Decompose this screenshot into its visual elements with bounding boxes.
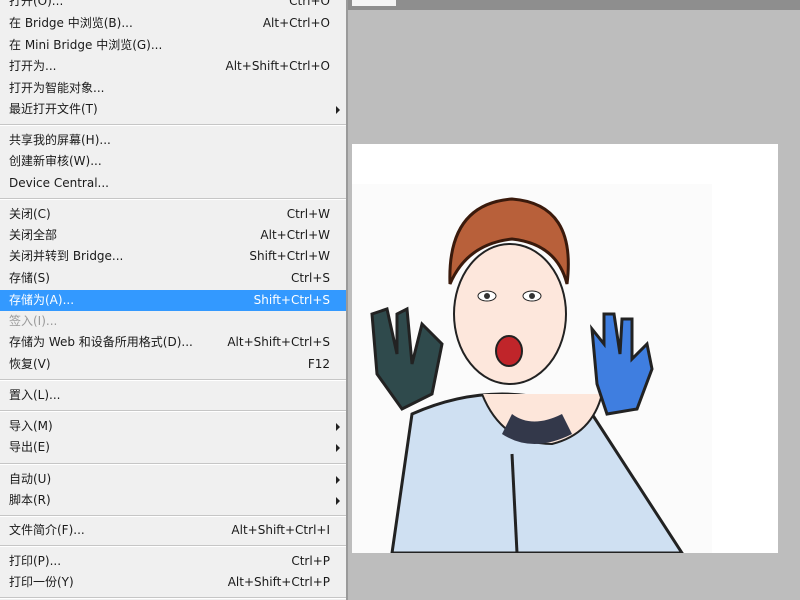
submenu-arrow-icon — [336, 497, 340, 505]
menu-item-shortcut: Alt+Shift+Ctrl+I — [231, 523, 330, 537]
menu-item-label: 共享我的屏幕(H)... — [9, 133, 111, 147]
menu-item[interactable]: 文件简介(F)... Alt+Shift+Ctrl+I — [0, 520, 346, 541]
menu-item[interactable]: 共享我的屏幕(H)... — [0, 130, 346, 151]
menu-item[interactable]: 打印一份(Y) Alt+Shift+Ctrl+P — [0, 572, 346, 593]
menu-item-label: 置入(L)... — [9, 388, 61, 402]
menu-item-shortcut: F12 — [307, 357, 330, 371]
menu-item-shortcut: Alt+Ctrl+W — [260, 228, 330, 242]
menu-item-shortcut: Ctrl+P — [291, 554, 330, 568]
menu-separator — [0, 198, 346, 200]
menu-item[interactable]: 打印(P)... Ctrl+P — [0, 551, 346, 572]
menu-item[interactable]: 打开(O)... Ctrl+O — [0, 0, 346, 12]
menu-item-label: 文件简介(F)... — [9, 523, 85, 537]
menu-item[interactable]: 在 Mini Bridge 中浏览(G)... — [0, 35, 346, 56]
menu-item[interactable]: 置入(L)... — [0, 385, 346, 406]
menu-item-shortcut: Alt+Shift+Ctrl+P — [227, 575, 330, 589]
submenu-arrow-icon — [336, 106, 340, 114]
submenu-arrow-icon — [336, 423, 340, 431]
menu-item-label: 存储为 Web 和设备所用格式(D)... — [9, 335, 193, 349]
menu-item-shortcut: Ctrl+S — [290, 271, 330, 285]
menu-item-label: 导出(E) — [9, 440, 50, 454]
menu-item-label: 最近打开文件(T) — [9, 102, 98, 116]
menu-item[interactable]: 存储为 Web 和设备所用格式(D)... Alt+Shift+Ctrl+S — [0, 332, 346, 353]
menu-separator — [0, 597, 346, 599]
menu-item-label: 打印(P)... — [9, 554, 62, 568]
menu-item-label: 打印一份(Y) — [9, 575, 74, 589]
menu-item-label: 关闭(C) — [9, 207, 51, 221]
document-canvas[interactable] — [352, 144, 778, 553]
file-menu: 打开(O)... Ctrl+O 在 Bridge 中浏览(B)... Alt+Ctrl… — [0, 0, 348, 600]
menu-item[interactable]: 打开为... Alt+Shift+Ctrl+O — [0, 56, 346, 77]
submenu-arrow-icon — [336, 476, 340, 484]
menu-item[interactable]: 脚本(R) — [0, 490, 346, 511]
menu-item[interactable]: 创建新审核(W)... — [0, 151, 346, 172]
menu-item-shortcut: Ctrl+W — [286, 207, 330, 221]
menu-item-label: 打开为... — [9, 59, 57, 73]
menu-item-shortcut: Alt+Ctrl+O — [262, 16, 330, 30]
menu-item-label: 恢复(V) — [9, 357, 51, 371]
menu-separator — [0, 463, 346, 465]
menu-item-label: 关闭并转到 Bridge... — [9, 249, 124, 263]
menu-item[interactable]: 导出(E) — [0, 437, 346, 458]
menu-item[interactable]: 关闭全部 Alt+Ctrl+W — [0, 225, 346, 246]
menu-item-label: Device Central... — [9, 176, 109, 190]
menu-item[interactable]: 在 Bridge 中浏览(B)... Alt+Ctrl+O — [0, 13, 346, 34]
menu-item-label: 存储为(A)... — [9, 293, 75, 307]
menu-item-label: 导入(M) — [9, 419, 53, 433]
menu-item-shortcut: Shift+Ctrl+W — [249, 249, 330, 263]
boy-cartoon-image — [352, 184, 712, 553]
menu-separator — [0, 545, 346, 547]
menu-item[interactable]: 最近打开文件(T) — [0, 99, 346, 120]
menu-item-shortcut: Alt+Shift+Ctrl+O — [225, 59, 330, 73]
menu-item[interactable]: Device Central... — [0, 173, 346, 194]
menu-item-shortcut: Ctrl+O — [289, 0, 330, 8]
menu-item[interactable]: 打开为智能对象... — [0, 78, 346, 99]
menu-item-label: 存储(S) — [9, 271, 50, 285]
document-tab-bar — [348, 0, 800, 10]
menu-item[interactable]: 存储为(A)... Shift+Ctrl+S — [0, 290, 346, 311]
menu-item-label: 在 Bridge 中浏览(B)... — [9, 16, 133, 30]
menu-separator — [0, 410, 346, 412]
menu-item-label: 关闭全部 — [9, 228, 58, 242]
menu-separator — [0, 379, 346, 381]
menu-item: 签入(I)... — [0, 311, 346, 332]
menu-item-label: 脚本(R) — [9, 493, 51, 507]
menu-item-label: 打开为智能对象... — [9, 81, 105, 95]
menu-separator — [0, 515, 346, 517]
menu-item-label: 创建新审核(W)... — [9, 154, 102, 168]
menu-item[interactable]: 恢复(V) F12 — [0, 354, 346, 375]
menu-item-shortcut: Shift+Ctrl+S — [253, 293, 330, 307]
menu-item[interactable]: 自动(U) — [0, 469, 346, 490]
document-tab[interactable] — [352, 0, 396, 6]
menu-item-label: 打开(O)... — [9, 0, 64, 8]
menu-item[interactable]: 存储(S) Ctrl+S — [0, 268, 346, 289]
menu-item-label: 自动(U) — [9, 472, 52, 486]
menu-item-label: 在 Mini Bridge 中浏览(G)... — [9, 38, 163, 52]
menu-item[interactable]: 导入(M) — [0, 416, 346, 437]
menu-item[interactable]: 关闭(C) Ctrl+W — [0, 204, 346, 225]
menu-separator — [0, 124, 346, 126]
submenu-arrow-icon — [336, 444, 340, 452]
menu-item-label: 签入(I)... — [9, 314, 58, 328]
menu-item[interactable]: 关闭并转到 Bridge... Shift+Ctrl+W — [0, 246, 346, 267]
menu-item-shortcut: Alt+Shift+Ctrl+S — [227, 335, 330, 349]
